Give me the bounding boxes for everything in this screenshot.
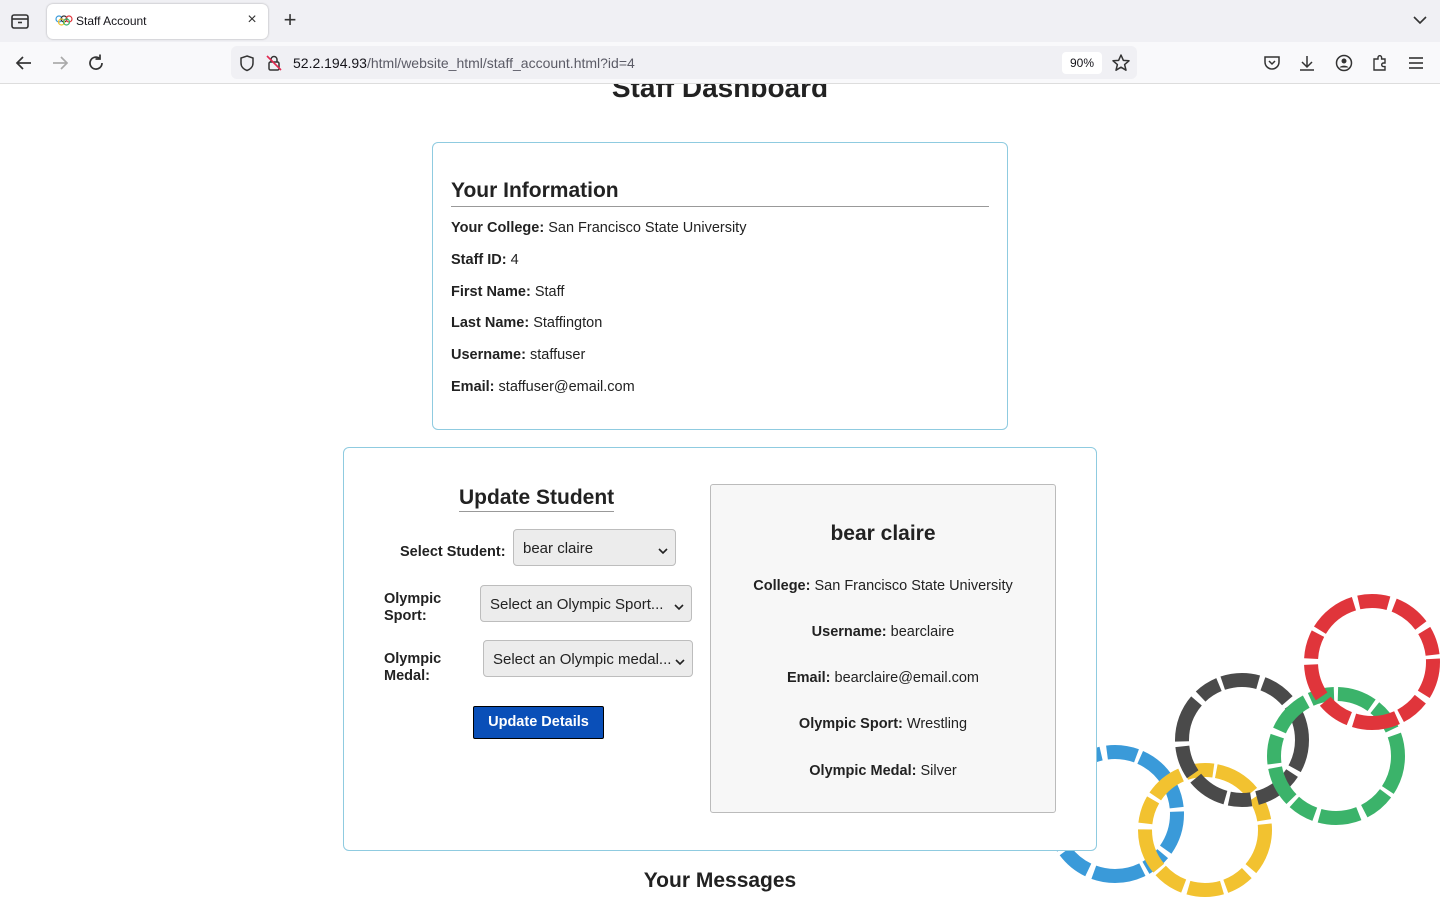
download-icon[interactable] <box>1297 53 1317 73</box>
info-value: staffuser@email.com <box>498 379 635 395</box>
url-path: /html/website_html/staff_account.html?id… <box>366 55 635 71</box>
info-label: Last Name: <box>451 315 530 331</box>
student-row-username: Username: bearclaire <box>711 624 1055 640</box>
nav-bar: 52.2.194.93/html/website_html/staff_acco… <box>0 42 1440 84</box>
extensions-icon[interactable] <box>1370 53 1390 73</box>
info-value: staffuser <box>529 347 586 363</box>
olympic-sport-value: Select an Olympic Sport... <box>490 596 664 613</box>
olympic-sport-dropdown[interactable]: Select an Olympic Sport... <box>480 585 692 622</box>
sport-label-line2: Sport: <box>384 608 427 624</box>
account-icon[interactable] <box>1334 53 1354 73</box>
menu-icon[interactable] <box>1406 53 1426 73</box>
info-value: Staffington <box>533 315 603 331</box>
back-icon[interactable] <box>14 53 34 73</box>
info-label: Email: <box>451 379 495 395</box>
chevron-down-icon <box>658 543 668 555</box>
tab-list-icon[interactable] <box>10 12 30 30</box>
sport-label-line1: Olympic <box>384 591 442 607</box>
info-row-first-name: First Name: Staff <box>451 284 564 300</box>
student-label: Username: <box>811 624 887 640</box>
info-heading: Your Information <box>451 179 989 207</box>
insecure-lock-icon[interactable] <box>265 54 283 72</box>
select-student-value: bear claire <box>523 540 594 557</box>
chevron-down-icon <box>674 599 684 611</box>
info-card: Your Information Your College: San Franc… <box>432 142 1008 430</box>
student-row-sport: Olympic Sport: Wrestling <box>711 716 1055 732</box>
page-title: Staff Dashboard <box>611 84 829 103</box>
chevron-down-icon <box>675 654 685 666</box>
olympic-medal-label: Olympic Medal: <box>384 651 441 685</box>
medal-label-line1: Olympic <box>384 651 442 667</box>
info-label: Username: <box>451 347 526 363</box>
student-row-college: College: San Francisco State University <box>711 578 1055 594</box>
forward-icon[interactable] <box>50 53 70 73</box>
info-row-last-name: Last Name: Staffington <box>451 315 602 331</box>
update-student-card: Update Student Select Student: bear clai… <box>343 447 1097 851</box>
plus-icon[interactable]: + <box>280 9 300 31</box>
student-row-email: Email: bearclaire@email.com <box>711 670 1055 686</box>
reload-icon[interactable] <box>86 53 106 73</box>
page-content: Staff Dashboard Your Information Your Co… <box>0 84 1440 899</box>
info-value: Staff <box>534 284 565 300</box>
info-row-email: Email: staffuser@email.com <box>451 379 635 395</box>
info-row-staff-id: Staff ID: 4 <box>451 252 519 268</box>
student-label: Olympic Sport: <box>798 716 903 732</box>
update-details-button[interactable]: Update Details <box>473 706 604 739</box>
browser-tab[interactable]: Staff Account × <box>47 4 268 39</box>
info-label: First Name: <box>451 284 531 300</box>
student-detail-panel: bear claire College: San Francisco State… <box>710 484 1056 813</box>
info-row-username: Username: staffuser <box>451 347 585 363</box>
pocket-icon[interactable] <box>1262 53 1282 73</box>
tab-bar: Staff Account × + <box>0 0 1440 42</box>
url-host: 52.2.194.93 <box>293 55 367 71</box>
url-bar[interactable]: 52.2.194.93/html/website_html/staff_acco… <box>231 46 1137 79</box>
student-value: bearclaire@email.com <box>834 670 979 686</box>
star-icon[interactable] <box>1111 53 1131 73</box>
olympic-sport-label: Olympic Sport: <box>384 591 441 625</box>
olympic-medal-value: Select an Olympic medal... <box>493 651 672 668</box>
close-icon[interactable]: × <box>244 12 260 28</box>
medal-label-line2: Medal: <box>384 668 430 684</box>
chevron-down-icon[interactable] <box>1412 12 1428 28</box>
url-text[interactable]: 52.2.194.93/html/website_html/staff_acco… <box>293 55 635 71</box>
student-label: College: <box>753 578 811 594</box>
info-label: Your College: <box>451 220 545 236</box>
info-label: Staff ID: <box>451 252 507 268</box>
student-label: Email: <box>786 670 831 686</box>
select-student-dropdown[interactable]: bear claire <box>513 529 676 566</box>
info-row-college: Your College: San Francisco State Univer… <box>451 220 746 236</box>
update-student-heading: Update Student <box>459 486 615 512</box>
student-row-medal: Olympic Medal: Silver <box>711 763 1055 779</box>
student-value: Wrestling <box>906 716 968 732</box>
select-student-label: Select Student: <box>400 544 506 560</box>
olympic-rings-image <box>1046 594 1440 897</box>
zoom-level[interactable]: 90% <box>1062 52 1102 74</box>
info-value: 4 <box>510 252 519 268</box>
messages-heading: Your Messages <box>643 869 797 892</box>
info-value: San Francisco State University <box>548 220 747 236</box>
olympic-medal-dropdown[interactable]: Select an Olympic medal... <box>483 640 693 677</box>
student-value: Silver <box>920 763 957 779</box>
student-value: San Francisco State University <box>814 578 1013 594</box>
shield-icon[interactable] <box>238 54 256 72</box>
tab-title: Staff Account <box>76 14 147 28</box>
student-value: bearclaire <box>890 624 955 640</box>
student-label: Olympic Medal: <box>809 763 917 779</box>
olympic-favicon <box>55 14 73 28</box>
student-name: bear claire <box>830 522 936 545</box>
